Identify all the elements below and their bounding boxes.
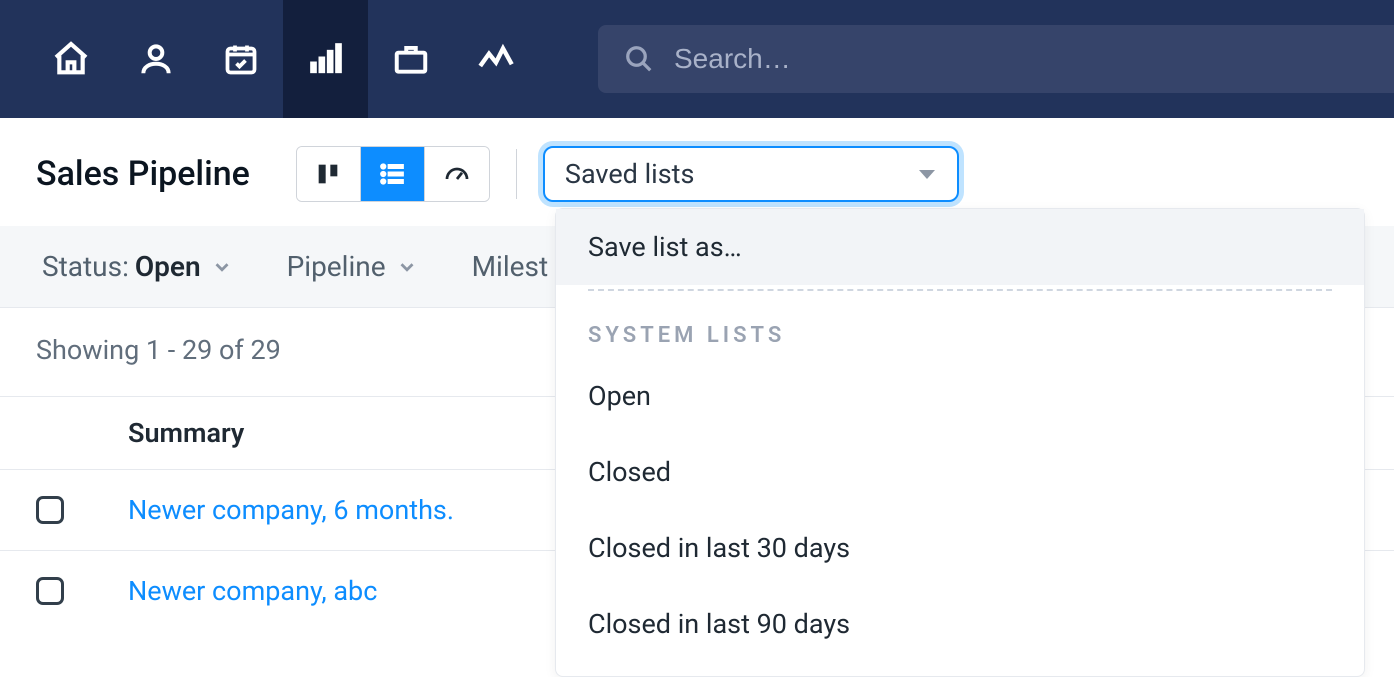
home-icon [51,39,91,79]
column-summary[interactable]: Summary [128,417,244,449]
filter-pipeline-label: Pipeline [287,250,386,283]
filter-status-value: Open [135,250,201,283]
view-kanban-button[interactable] [297,147,361,201]
system-list-open[interactable]: Open [556,358,1364,434]
nav-people[interactable] [113,0,198,118]
system-lists-heading: SYSTEM LISTS [556,299,1364,358]
row-summary-link[interactable]: Newer company, abc [128,575,377,607]
briefcase-icon [392,40,430,78]
view-list-button[interactable] [361,147,425,201]
view-switch [296,146,490,202]
signal-bars-icon [306,39,346,79]
page-title: Sales Pipeline [36,154,250,194]
trend-line-icon [475,38,517,80]
filter-status-label: Status: [42,250,129,283]
filter-milestone-label: Milest [472,250,549,283]
search-input[interactable] [674,43,1368,75]
dropdown-divider [588,289,1332,291]
toolbar: Sales Pipeline Saved lists Save list as…… [0,118,1394,226]
view-dashboard-button[interactable] [425,147,489,201]
gauge-icon [442,159,472,189]
toolbar-separator [516,149,517,199]
filter-pipeline[interactable]: Pipeline [287,250,418,283]
nav-cases[interactable] [368,0,453,118]
nav-calendar[interactable] [198,0,283,118]
person-icon [137,40,175,78]
top-nav [0,0,1394,118]
row-summary-link[interactable]: Newer company, 6 months. [128,494,454,526]
save-list-as[interactable]: Save list as… [556,209,1364,285]
chevron-down-icon [211,256,233,278]
system-list-closed-30[interactable]: Closed in last 30 days [556,510,1364,586]
list-icon [377,159,407,189]
nav-reports[interactable] [453,0,538,118]
filter-milestone[interactable]: Milest [472,250,549,283]
saved-lists-label: Saved lists [565,158,695,190]
nav-pipeline[interactable] [283,0,368,118]
saved-lists-panel: Save list as… SYSTEM LISTS Open Closed C… [555,208,1365,677]
filter-status[interactable]: Status: Open [42,250,233,283]
search-bar[interactable] [598,25,1394,93]
system-list-closed[interactable]: Closed [556,434,1364,510]
chevron-down-icon [396,256,418,278]
system-list-closed-90[interactable]: Closed in last 90 days [556,586,1364,662]
row-checkbox[interactable] [36,496,64,524]
caret-down-icon [919,170,935,179]
saved-lists-dropdown[interactable]: Saved lists [543,146,959,202]
nav-home[interactable] [28,0,113,118]
search-icon [624,44,654,74]
row-checkbox[interactable] [36,577,64,605]
calendar-check-icon [223,41,259,77]
kanban-icon [314,160,342,188]
